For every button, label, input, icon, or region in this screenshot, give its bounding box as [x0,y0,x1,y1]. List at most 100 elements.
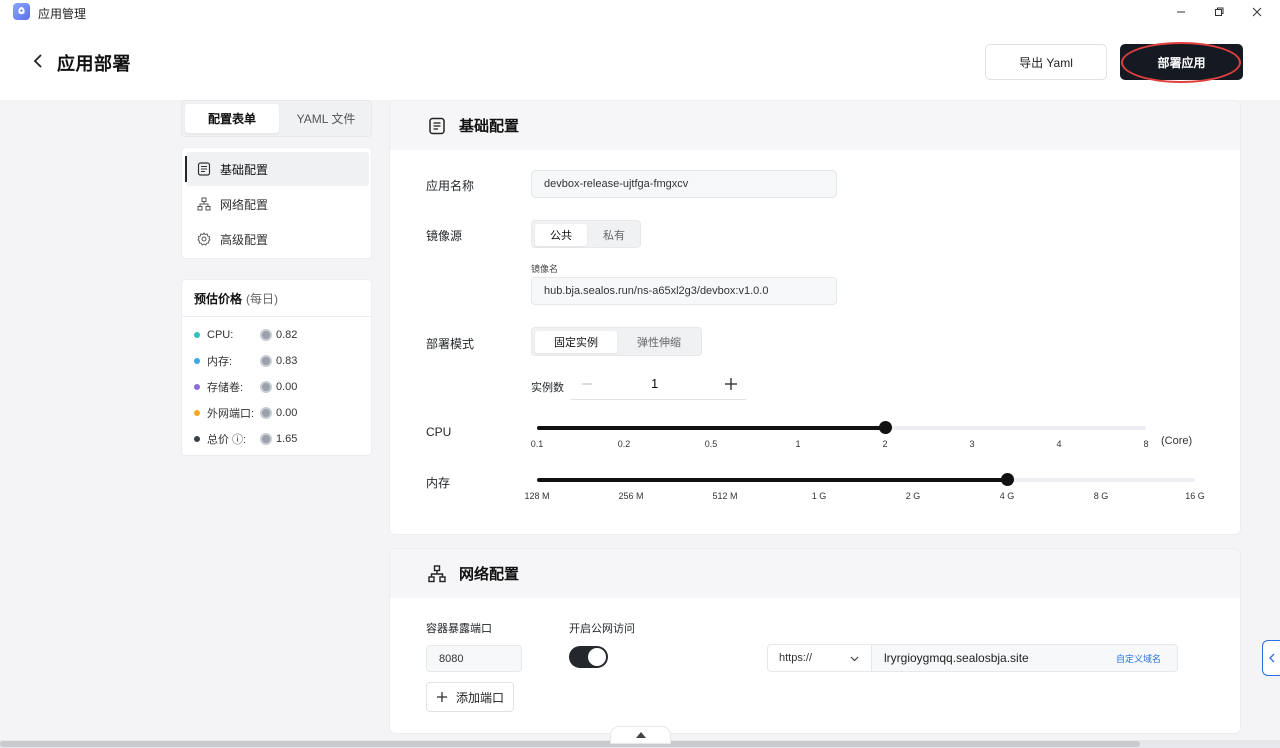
price-label: 外网端口: [207,408,255,420]
total-dot-icon [194,436,200,442]
export-yaml-button[interactable]: 导出 Yaml [985,44,1107,80]
memory-slider-thumb[interactable] [1001,473,1014,486]
custom-domain-link[interactable]: 自定义域名 [1116,652,1161,665]
restore-icon[interactable] [1209,2,1229,22]
nav-item-advanced[interactable]: 高级配置 [186,222,369,256]
price-value: 0.00 [276,381,298,393]
nav-item-label: 网络配置 [220,197,269,212]
form-mode-tabs: 配置表单 YAML 文件 [181,100,372,137]
price-label: 内存: [207,356,233,368]
gear-icon [196,231,212,247]
price-value: 0.00 [276,407,298,419]
cpu-slider-fill [537,426,885,430]
coin-icon [260,381,272,393]
instances-value[interactable]: 1 [651,376,658,391]
app-rocket-icon [13,3,30,20]
window-title: 应用管理 [38,7,87,21]
deploy-mode-fixed[interactable]: 固定实例 [535,331,617,353]
price-estimate-panel: 预估价格 (每日) CPU: 0.82 内存: 0.83 存储卷: 0.00 外… [181,279,372,456]
card-title: 网络配置 [459,566,520,583]
memory-tick-label: 16 G [1185,491,1205,501]
image-source-public[interactable]: 公共 [535,224,587,246]
plus-icon [436,691,448,703]
cpu-unit: (Core) [1161,435,1193,447]
back-arrow-icon[interactable] [33,51,49,71]
public-access-switch[interactable] [569,646,608,668]
coin-icon [260,433,272,445]
side-panel-toggle[interactable] [1262,640,1280,676]
network-icon [427,564,447,584]
cpu-tick-label: 1 [795,439,801,449]
tab-config-form[interactable]: 配置表单 [185,104,279,133]
network-config-card: 网络配置 [389,548,1241,734]
public-url-group: https:// lryrgioygmqq.sealosbja.site 自定义… [767,644,1178,672]
protocol-value: https:// [779,652,813,664]
deploy-mode-elastic[interactable]: 弹性伸缩 [619,331,699,353]
cpu-tick-label: 8 [1143,439,1149,449]
document-icon [196,161,212,177]
tab-yaml-file[interactable]: YAML 文件 [282,104,370,133]
scrollbar-thumb[interactable] [0,741,1140,747]
memory-tick-label: 256 M [618,491,644,501]
decrement-icon[interactable] [577,374,597,394]
close-icon[interactable] [1247,2,1267,22]
cpu-tick-label: 2 [882,439,888,449]
nav-item-label: 高级配置 [220,232,269,247]
memory-tick-label: 1 G [811,491,827,501]
coin-icon [260,355,272,367]
network-config-header: 网络配置 [390,549,1240,598]
price-row-cpu: CPU: 0.82 [194,328,364,342]
price-period: (每日) [246,291,279,306]
memory-slider[interactable] [537,473,1195,486]
increment-icon[interactable] [721,374,741,394]
section-nav: 基础配置 网络配置 高级配置 [181,147,372,259]
cpu-tick-label: 4 [1056,439,1062,449]
port-input[interactable]: 8080 [426,645,522,672]
deploy-app-button[interactable]: 部署应用 [1120,44,1243,80]
app-name-input[interactable]: devbox-release-ujtfga-fmgxcv [531,170,837,198]
domain-value[interactable]: lryrgioygmqq.sealosbja.site [884,651,1029,665]
caret-up-icon [635,732,646,738]
cpu-dot-icon [194,332,200,338]
port-label: 容器暴露端口 [426,623,492,635]
add-port-button[interactable]: 添加端口 [426,682,514,712]
memory-tick-label: 128 M [524,491,550,501]
cpu-slider-thumb[interactable] [879,421,892,434]
deploy-mode-toggle: 固定实例 弹性伸缩 [531,327,702,356]
minimize-icon[interactable] [1171,2,1191,22]
basic-config-header: 基础配置 [390,101,1240,150]
nav-item-label: 基础配置 [220,162,269,177]
public-access-label: 开启公网访问 [569,623,635,635]
price-row-port: 外网端口: 0.00 [194,406,364,420]
price-value: 0.83 [276,355,298,367]
cpu-tick-label: 0.2 [617,439,631,449]
switch-knob [588,648,606,666]
chevron-left-icon [1268,653,1275,663]
port-dot-icon [194,410,200,416]
scroll-top-button[interactable] [610,726,671,744]
price-title: 预估价格 (每日) [182,280,371,317]
image-source-private[interactable]: 私有 [589,224,639,246]
price-title-text: 预估价格 [194,291,243,306]
cpu-slider[interactable] [537,421,1146,434]
network-icon [196,196,212,212]
protocol-select[interactable]: https:// [768,645,872,671]
page-header: 应用部署 导出 Yaml 部署应用 [0,24,1280,100]
memory-tick-label: 2 G [905,491,921,501]
document-icon [427,116,447,136]
image-source-label: 镜像源 [426,229,463,243]
price-row-memory: 内存: 0.83 [194,354,364,368]
price-value: 0.82 [276,329,298,341]
card-title: 基础配置 [459,118,520,135]
instances-stepper: 1 [571,372,746,400]
price-row-storage: 存储卷: 0.00 [194,380,364,394]
page-title: 应用部署 [57,54,131,74]
coin-icon [260,407,272,419]
memory-label: 内存 [426,476,451,490]
coin-icon [260,329,272,341]
image-name-input[interactable]: hub.bja.sealos.run/ns-a65xl2g3/devbox:v1… [531,277,837,305]
cpu-tick-label: 0.5 [704,439,718,449]
nav-item-network[interactable]: 网络配置 [186,187,369,221]
image-name-label: 镜像名 [531,264,559,274]
nav-item-basic[interactable]: 基础配置 [185,152,369,186]
